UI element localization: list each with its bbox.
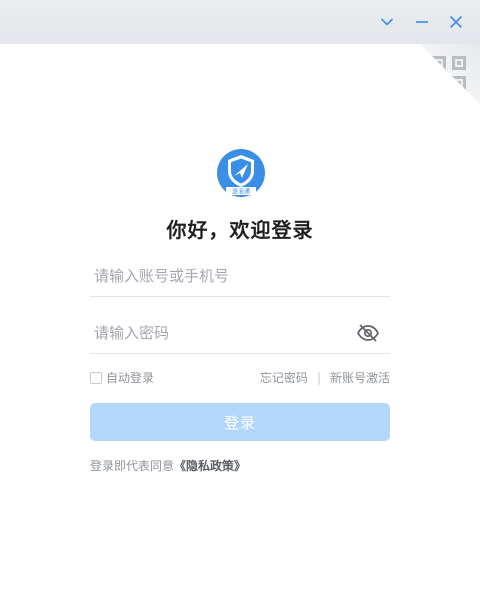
welcome-title: 你好，欢迎登录 xyxy=(166,218,314,242)
privacy-policy-link[interactable]: 《隐私政策》 xyxy=(174,459,246,473)
account-field xyxy=(90,256,390,297)
minimize-icon[interactable] xyxy=(410,10,434,34)
agreement-text: 登录即代表同意 xyxy=(90,459,175,473)
forgot-password-link[interactable]: 忘记密码 xyxy=(260,369,308,386)
auto-login-checkbox[interactable]: 自动登录 xyxy=(90,369,154,386)
login-options: 自动登录 忘记密码 | 新账号激活 xyxy=(90,369,390,387)
logo-caption: 逐浪通 xyxy=(232,188,250,196)
privacy-agreement: 登录即代表同意《隐私政策》 xyxy=(90,457,246,474)
qr-code-login-toggle[interactable] xyxy=(420,44,480,104)
close-icon[interactable] xyxy=(444,10,468,34)
app-logo: 逐浪通 xyxy=(217,149,265,197)
password-field xyxy=(90,313,390,354)
password-input[interactable] xyxy=(94,317,344,349)
checkbox-box[interactable] xyxy=(90,371,102,384)
activate-account-link[interactable]: 新账号激活 xyxy=(330,369,390,386)
eye-off-icon[interactable] xyxy=(356,323,380,343)
auto-login-label: 自动登录 xyxy=(106,371,155,385)
link-separator: | xyxy=(316,370,321,385)
account-input[interactable] xyxy=(94,260,344,292)
qr-code-icon xyxy=(420,44,480,104)
login-button[interactable]: 登录 xyxy=(90,403,390,441)
title-bar xyxy=(0,0,480,44)
chevron-down-icon[interactable] xyxy=(375,10,399,34)
